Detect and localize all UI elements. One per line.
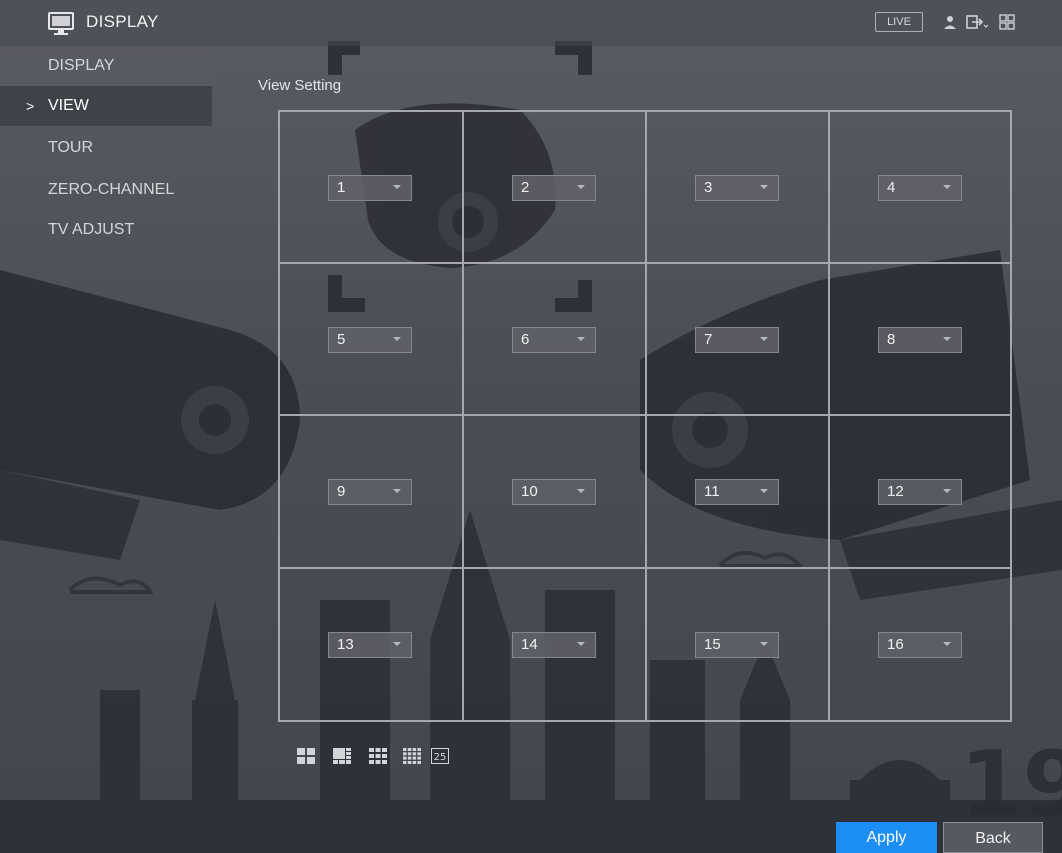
sidebar-item-label: VIEW — [48, 97, 89, 114]
layout-25-icon[interactable]: 25 — [431, 748, 449, 764]
channel-select-value: 10 — [521, 483, 538, 500]
channel-select-value: 14 — [521, 636, 538, 653]
channel-select[interactable]: 12 — [878, 479, 962, 505]
view-cell: 3 — [647, 112, 830, 264]
channel-select[interactable]: 4 — [878, 175, 962, 201]
sidebar-item-zero-channel[interactable]: ZERO-CHANNEL — [0, 170, 212, 210]
sidebar-item-display[interactable]: DISPLAY — [0, 46, 212, 86]
channel-select-value: 1 — [337, 179, 346, 196]
chevron-down-icon — [760, 337, 768, 341]
channel-select-value: 16 — [887, 636, 904, 653]
chevron-down-icon — [943, 489, 951, 493]
channel-select[interactable]: 7 — [695, 327, 779, 353]
view-cell: 1 — [280, 112, 464, 264]
channel-select[interactable]: 2 — [512, 175, 596, 201]
channel-select[interactable]: 11 — [695, 479, 779, 505]
chevron-down-icon — [943, 337, 951, 341]
page-title: DISPLAY — [86, 12, 159, 31]
view-cell: 7 — [647, 264, 830, 416]
channel-select[interactable]: 16 — [878, 632, 962, 658]
channel-select[interactable]: 6 — [512, 327, 596, 353]
chevron-down-icon — [577, 489, 585, 493]
view-layout-grid: 1 2 3 4 5 6 7 8 9 10 11 12 13 14 15 16 — [278, 110, 1012, 722]
view-cell: 6 — [464, 264, 647, 416]
chevron-down-icon — [393, 337, 401, 341]
view-cell: 4 — [830, 112, 1010, 264]
chevron-right-icon: > — [26, 98, 35, 114]
channel-select-value: 6 — [521, 331, 530, 348]
grid-menu-icon[interactable] — [999, 14, 1015, 30]
user-icon[interactable] — [942, 14, 958, 30]
layout-4-icon[interactable] — [297, 748, 315, 764]
chevron-down-icon — [943, 185, 951, 189]
svg-text:25: 25 — [434, 752, 447, 763]
channel-select[interactable]: 1 — [328, 175, 412, 201]
channel-select-value: 8 — [887, 331, 896, 348]
sidebar-item-tour[interactable]: TOUR — [0, 128, 212, 168]
apply-button[interactable]: Apply — [836, 822, 937, 853]
view-cell: 9 — [280, 416, 464, 569]
section-title: View Setting — [258, 77, 342, 94]
monitor-icon — [48, 12, 74, 35]
chevron-down-icon — [760, 642, 768, 646]
view-cell: 5 — [280, 264, 464, 416]
channel-select-value: 11 — [704, 483, 720, 500]
chevron-down-icon — [577, 185, 585, 189]
sidebar-item-label: ZERO-CHANNEL — [48, 181, 175, 198]
channel-select[interactable]: 3 — [695, 175, 779, 201]
channel-select[interactable]: 8 — [878, 327, 962, 353]
channel-select-value: 13 — [337, 636, 354, 653]
view-cell: 13 — [280, 569, 464, 720]
channel-select[interactable]: 10 — [512, 479, 596, 505]
channel-select-value: 15 — [704, 636, 721, 653]
channel-select[interactable]: 5 — [328, 327, 412, 353]
channel-select-value: 4 — [887, 179, 896, 196]
channel-select-value: 9 — [337, 483, 346, 500]
layout-8-icon[interactable] — [333, 748, 351, 764]
view-cell: 12 — [830, 416, 1010, 569]
sidebar-item-view[interactable]: > VIEW — [0, 86, 212, 126]
view-cell: 2 — [464, 112, 647, 264]
sidebar: DISPLAY > VIEW TOUR ZERO-CHANNEL TV ADJU… — [0, 46, 212, 853]
view-cell: 11 — [647, 416, 830, 569]
top-bar: DISPLAY LIVE — [0, 0, 1062, 46]
channel-select[interactable]: 9 — [328, 479, 412, 505]
channel-select[interactable]: 13 — [328, 632, 412, 658]
sidebar-item-label: TV ADJUST — [48, 221, 135, 238]
channel-select[interactable]: 14 — [512, 632, 596, 658]
chevron-down-icon — [760, 185, 768, 189]
sidebar-item-label: DISPLAY — [48, 57, 115, 74]
view-cell: 10 — [464, 416, 647, 569]
channel-select-value: 7 — [704, 331, 713, 348]
back-button[interactable]: Back — [943, 822, 1043, 853]
channel-select-value: 3 — [704, 179, 713, 196]
chevron-down-icon — [577, 642, 585, 646]
layout-16-icon[interactable] — [403, 748, 421, 764]
channel-select-value: 5 — [337, 331, 346, 348]
view-cell: 14 — [464, 569, 647, 720]
sidebar-item-label: TOUR — [48, 139, 94, 156]
view-cell: 15 — [647, 569, 830, 720]
chevron-down-icon — [760, 489, 768, 493]
chevron-down-icon — [393, 642, 401, 646]
view-cell: 8 — [830, 264, 1010, 416]
layout-9-icon[interactable] — [369, 748, 387, 764]
logout-icon[interactable] — [966, 14, 988, 30]
channel-select-value: 12 — [887, 483, 904, 500]
chevron-down-icon — [393, 489, 401, 493]
view-cell: 16 — [830, 569, 1010, 720]
view-settings-window: 19 DISPLAY LIVE DISPLAY > VIEW TOUR ZERO… — [0, 0, 1062, 853]
channel-select-value: 2 — [521, 179, 530, 196]
chevron-down-icon — [393, 185, 401, 189]
chevron-down-icon — [943, 642, 951, 646]
live-button[interactable]: LIVE — [875, 12, 923, 32]
chevron-down-icon — [577, 337, 585, 341]
sidebar-item-tv-adjust[interactable]: TV ADJUST — [0, 210, 212, 250]
channel-select[interactable]: 15 — [695, 632, 779, 658]
